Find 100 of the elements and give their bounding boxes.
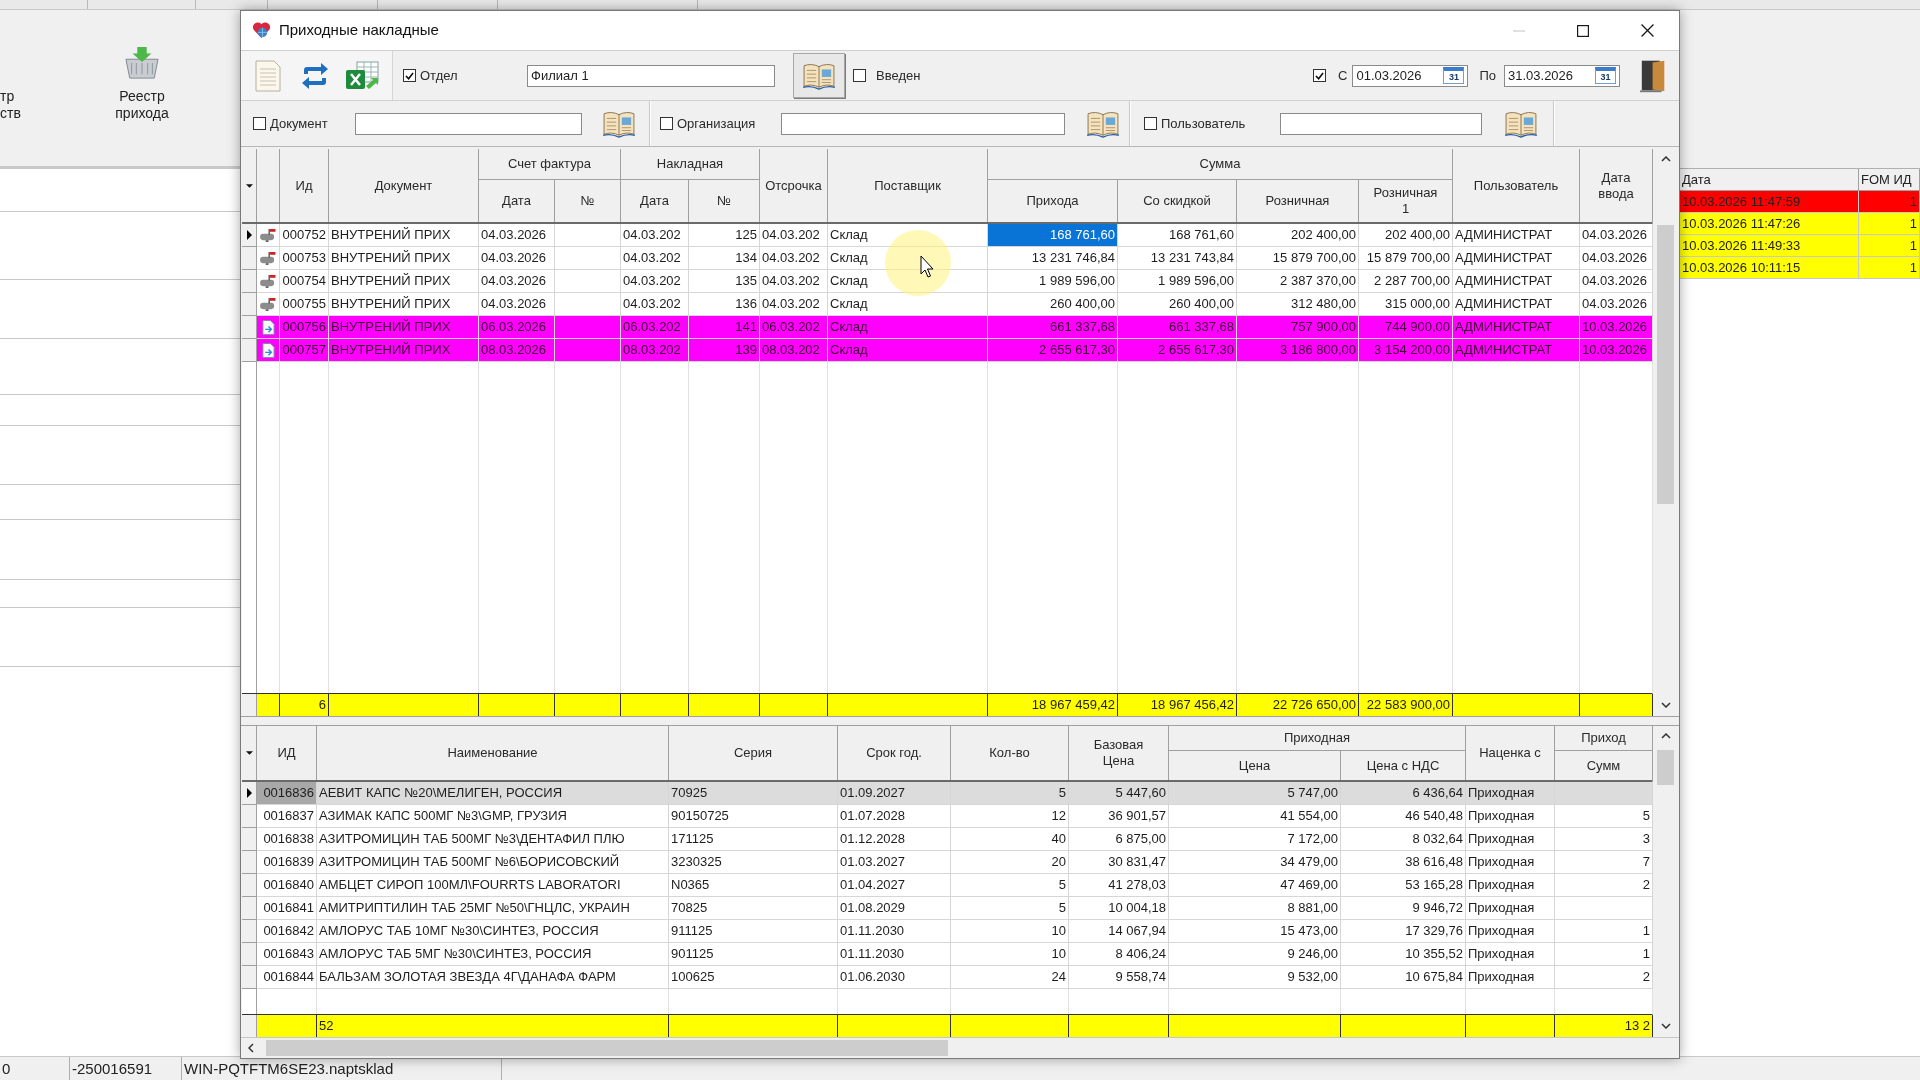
text-field[interactable]: Филиал 1: [527, 64, 775, 87]
dropdown-triangle-icon[interactable]: [245, 751, 253, 755]
total-cell: 6: [280, 694, 329, 716]
table-cell: 08.03.202: [760, 339, 828, 362]
text-field[interactable]: [1280, 112, 1482, 135]
text-field[interactable]: [781, 112, 1065, 135]
table-row[interactable]: 000756 ВНУТРЕНИЙ ПРИХ 06.03.2026 06.03.202 141 06.03.202 Склад 661 337,68 661 337,68 757 900,00 744 900,00 АДМИНИСТРАТ 10.03.2026: [242, 316, 1652, 339]
table-cell: ВНУТРЕНИЙ ПРИХ: [329, 339, 479, 362]
door-icon: [1640, 58, 1667, 93]
table-cell: Приходная: [1466, 966, 1555, 989]
checkbox-label: С: [1338, 66, 1348, 85]
table-cell: 9 532,00: [1169, 966, 1341, 989]
dropdown-triangle-icon[interactable]: [245, 183, 253, 188]
open-book-icon: [1086, 109, 1120, 138]
table-row[interactable]: 0016838 АЗИТРОМИЦИН ТАБ 500МГ №3\ДЕНТАФИЛ ПЛЮ 171125 01.12.2028 40 6 875,00 7 172,00 8 032,64 Приходная 3: [242, 828, 1652, 851]
column-header[interactable]: ИД: [257, 726, 317, 780]
column-header[interactable]: Отсрочка: [760, 149, 828, 222]
table-row[interactable]: 0016841 АМИТРИПТИЛИН ТАБ 25МГ №50\ГНЦЛС, УКРАИН 70825 01.08.2029 5 10 004,18 8 881,00 9 946,72 Приходная: [242, 897, 1652, 920]
column-header[interactable]: Дата: [621, 180, 689, 222]
column-header[interactable]: Розничная 1: [1359, 180, 1453, 222]
column-header[interactable]: Цена: [1169, 751, 1341, 780]
checkbox[interactable]: [253, 117, 266, 130]
table-cell: 0016836: [257, 782, 317, 805]
column-header[interactable]: №: [689, 180, 760, 222]
table-row[interactable]: 10.03.2026 11:47:59 1: [1680, 191, 1920, 213]
table-cell: АДМИНИСТРАТ: [1453, 339, 1580, 362]
chevron-down-icon: [1660, 1023, 1671, 1029]
total-cell: 18 967 456,42: [1118, 694, 1237, 716]
scrollbar-thumb[interactable]: [1657, 750, 1674, 785]
table-row[interactable]: 000753 ВНУТРЕНИЙ ПРИХ 04.03.2026 04.03.202 134 04.03.202 Склад 13 231 746,84 13 231 743,84 15 879 700,00 15 879 700,00 АДМИНИСТРАТ 04.03.2026: [242, 247, 1652, 270]
column-header[interactable]: Срок год.: [838, 726, 951, 780]
table-row[interactable]: 0016844 БАЛЬЗАМ ЗОЛОТАЯ ЗВЕЗДА 4Г\ДАНАФА ФАРМ 100625 01.06.2030 24 9 558,74 9 532,00 10 675,84 Приходная 2: [242, 966, 1652, 989]
column-header[interactable]: Дата ввода: [1580, 149, 1653, 222]
calendar-button[interactable]: 31: [1443, 67, 1465, 84]
table-cell: 2 655 617,30: [1118, 339, 1237, 362]
column-header[interactable]: Сумм: [1555, 751, 1653, 780]
table-row[interactable]: 000755 ВНУТРЕНИЙ ПРИХ 04.03.2026 04.03.202 136 04.03.202 Склад 260 400,00 260 400,00 312 480,00 315 000,00 АДМИНИСТРАТ 04.03.2026: [242, 293, 1652, 316]
scrollbar-thumb[interactable]: [1657, 225, 1674, 504]
column-header[interactable]: Наценка с: [1466, 726, 1555, 780]
toolbar-item-label[interactable]: Реестр прихода: [102, 88, 182, 122]
window-title: Приходные накладные: [279, 20, 439, 41]
column-header[interactable]: Поставщик: [828, 149, 988, 222]
refresh-icon: [300, 61, 330, 90]
table-cell: 0016844: [257, 966, 317, 989]
checkbox[interactable]: [403, 69, 416, 82]
column-group-header: Накладная: [621, 149, 760, 180]
table-row[interactable]: 0016837 АЗИМАК КАПС 500МГ №3\GMP, ГРУЗИЯ 90150725 01.07.2028 12 36 901,57 41 554,00 46 540,48 Приходная 5: [242, 805, 1652, 828]
column-header[interactable]: №: [555, 180, 621, 222]
table-row[interactable]: 10.03.2026 11:47:26 1: [1680, 213, 1920, 235]
page-icon: [261, 342, 275, 358]
open-book-icon: [602, 109, 636, 138]
table-row[interactable]: 0016839 АЗИТРОМИЦИН ТАБ 500МГ №6\БОРИСОВСКИЙ 3230325 01.03.2027 20 30 831,47 34 479,00 38 616,48 Приходная 7: [242, 851, 1652, 874]
column-header[interactable]: Со скидкой: [1118, 180, 1237, 222]
table-cell: 3 154 200,00: [1359, 339, 1453, 362]
checkbox[interactable]: [1144, 117, 1157, 130]
mailbox-icon: [259, 228, 277, 242]
check-icon: [405, 71, 414, 80]
mouse-pointer-icon: [884, 229, 952, 297]
checkbox[interactable]: [660, 117, 673, 130]
toolbar-item-label[interactable]: тр ств: [0, 88, 24, 122]
column-header[interactable]: FOM ИД: [1859, 169, 1920, 190]
calendar-button[interactable]: 31: [1595, 67, 1616, 84]
column-header[interactable]: Кол-во: [951, 726, 1069, 780]
table-row[interactable]: 0016843 АМЛОРУС ТАБ 5МГ №30\СИНТЕЗ, РОССИЯ 901125 01.11.2030 10 8 406,24 9 246,00 10 355,52 Приходная 1: [242, 943, 1652, 966]
date-field[interactable]: 31.03.2026 31: [1504, 64, 1620, 87]
table-cell: 168 761,60: [988, 224, 1118, 247]
row-header[interactable]: [242, 782, 257, 805]
table-row[interactable]: 0016836 АЕВИТ КАПС №20\МЕЛИГЕН, РОССИЯ 70925 01.09.2027 5 5 447,60 5 747,00 6 436,64 Приходная: [242, 782, 1652, 805]
table-row[interactable]: 000757 ВНУТРЕНИЙ ПРИХ 08.03.2026 08.03.202 139 08.03.202 Склад 2 655 617,30 2 655 617,30 3 186 800,00 3 154 200,00 АДМИНИСТРАТ 10.03.2026: [242, 339, 1652, 362]
column-header[interactable]: Прихода: [988, 180, 1118, 222]
column-header[interactable]: Пользователь: [1453, 149, 1580, 222]
checkbox[interactable]: [1313, 69, 1327, 82]
column-header[interactable]: Розничная: [1237, 180, 1359, 222]
column-group-header: Приходная: [1169, 726, 1466, 751]
table-row[interactable]: 10.03.2026 10:11:15 1: [1680, 257, 1920, 279]
lookup-button[interactable]: [793, 53, 845, 98]
text-field[interactable]: [355, 112, 582, 135]
scrollbar-thumb[interactable]: [266, 1040, 948, 1056]
table-cell: БАЛЬЗАМ ЗОЛОТАЯ ЗВЕЗДА 4Г\ДАНАФА ФАРМ: [317, 966, 669, 989]
table-row[interactable]: 10.03.2026 11:49:33 1: [1680, 235, 1920, 257]
splitter-bar[interactable]: [241, 717, 1679, 726]
column-header[interactable]: Документ: [329, 149, 479, 222]
column-header[interactable]: Ид: [280, 149, 329, 222]
column-header[interactable]: Цена с НДС: [1341, 751, 1466, 780]
table-row[interactable]: 000752 ВНУТРЕНИЙ ПРИХ 04.03.2026 04.03.202 125 04.03.202 Склад 168 761,60 168 761,60 202 400,00 202 400,00 АДМИНИСТРАТ 04.03.2026: [242, 224, 1652, 247]
table-row[interactable]: 0016842 АМЛОРУС ТАБ 10МГ №30\СИНТЕЗ, РОССИЯ 911125 01.11.2030 10 14 067,94 15 473,00 17 329,76 Приходная 1: [242, 920, 1652, 943]
column-header[interactable]: Дата: [479, 180, 555, 222]
horizontal-scrollbar[interactable]: [241, 1037, 1679, 1058]
table-cell: 100625: [669, 966, 838, 989]
table-row[interactable]: 0016840 АМБЦЕТ СИРОП 100МЛ\FOURRTS LABORATORI N0365 01.04.2027 5 41 278,03 47 469,00 53 165,28 Приходная 2: [242, 874, 1652, 897]
column-header[interactable]: Базовая Цена: [1069, 726, 1169, 780]
status-bar-panel: -250016591: [70, 1057, 182, 1080]
column-header[interactable]: Серия: [669, 726, 838, 780]
table-cell: 10 675,84: [1341, 966, 1466, 989]
checkbox[interactable]: [853, 69, 866, 82]
row-header[interactable]: [242, 224, 257, 247]
spreadsheet-icon: [345, 60, 379, 91]
table-row[interactable]: 000754 ВНУТРЕНИЙ ПРИХ 04.03.2026 04.03.202 135 04.03.202 Склад 1 989 596,00 1 989 596,00 2 387 370,00 2 287 700,00 АДМИНИСТРАТ 04.03.2026: [242, 270, 1652, 293]
column-header[interactable]: Наименование: [317, 726, 669, 780]
date-field[interactable]: 01.03.2026 31: [1352, 64, 1469, 87]
